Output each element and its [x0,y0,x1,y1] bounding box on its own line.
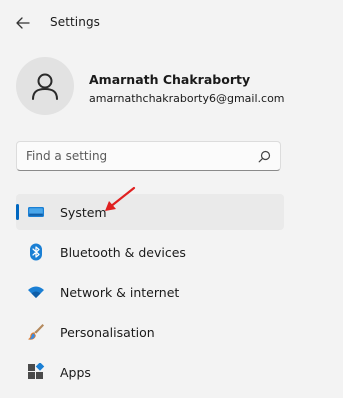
back-button[interactable] [12,13,34,33]
nav-item-apps[interactable]: Apps [16,354,284,390]
apps-icon [27,363,45,381]
settings-nav: System Bluetooth & devices Network & int… [16,194,284,394]
nav-item-label: Apps [60,365,91,380]
brush-icon [27,323,45,341]
user-profile[interactable]: Amarnath Chakraborty amarnathchakraborty… [16,57,326,117]
nav-item-system[interactable]: System [16,194,284,230]
wifi-icon [27,283,45,301]
user-icon [32,73,58,100]
search-icon[interactable] [258,150,271,163]
search-input[interactable] [26,142,246,170]
nav-item-label: Personalisation [60,325,155,340]
user-name: Amarnath Chakraborty [89,72,251,87]
nav-item-label: Network & internet [60,285,180,300]
user-email: amarnathchakraborty6@gmail.com [89,92,285,105]
monitor-icon [27,203,45,221]
back-arrow-icon [16,17,30,29]
nav-item-bluetooth-devices[interactable]: Bluetooth & devices [16,234,284,270]
avatar [16,57,74,115]
nav-item-label: System [60,205,107,220]
search-box[interactable] [16,141,281,171]
nav-item-label: Bluetooth & devices [60,245,186,260]
title-bar: Settings [0,0,343,46]
app-title: Settings [50,15,101,29]
nav-item-network-internet[interactable]: Network & internet [16,274,284,310]
bluetooth-icon [27,243,45,261]
nav-item-personalisation[interactable]: Personalisation [16,314,284,350]
selection-indicator [16,204,19,220]
